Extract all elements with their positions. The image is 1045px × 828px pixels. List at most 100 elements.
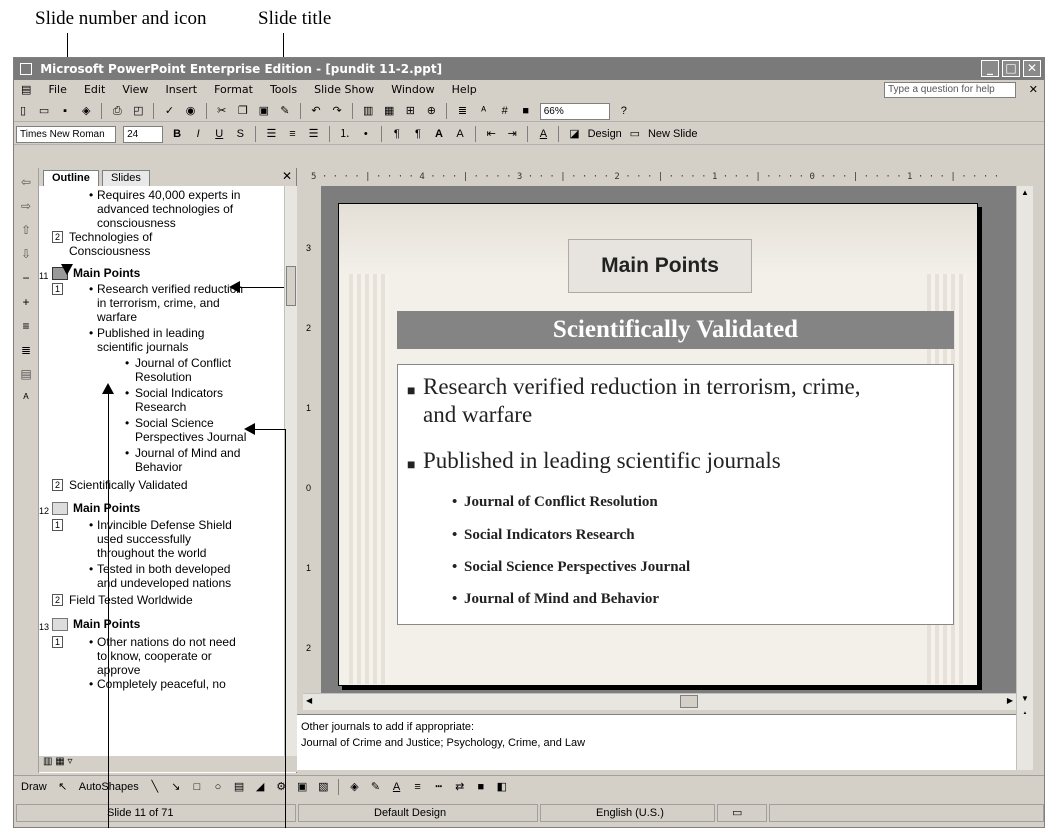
fill-color-icon[interactable]: ◈ [346, 779, 362, 796]
line-style-icon[interactable]: ≡ [410, 779, 426, 796]
diagram-icon[interactable]: ⚙ [273, 779, 289, 796]
tab-slides[interactable]: Slides [101, 170, 150, 186]
decrease-indent-icon[interactable]: ⇤ [483, 126, 499, 143]
menu-tools[interactable]: Tools [263, 80, 304, 99]
redo-icon[interactable]: ↷ [329, 103, 345, 120]
print-preview-icon[interactable]: ◰ [130, 103, 146, 120]
show-formatting-icon[interactable]: ᴬ [476, 103, 492, 120]
decrease-font-icon[interactable]: A [452, 126, 468, 143]
maximize-icon[interactable]: □ [1002, 60, 1020, 77]
oval-icon[interactable]: ○ [210, 779, 226, 796]
slide-hscroll-thumb[interactable] [680, 695, 698, 708]
insert-table-icon[interactable]: ▦ [381, 103, 397, 120]
expand-icon[interactable]: + [16, 292, 36, 312]
text-box-icon[interactable]: ▤ [231, 779, 247, 796]
notes-scrollbar[interactable] [1016, 714, 1033, 770]
clip-art-icon[interactable]: ▣ [294, 779, 310, 796]
pane-close-icon[interactable]: ✕ [282, 169, 292, 183]
outline-text[interactable]: Requires 40,000 experts in • advanced te… [39, 186, 284, 756]
research-icon[interactable]: ◉ [183, 103, 199, 120]
expand-all-icon[interactable]: ≣ [455, 103, 471, 120]
sorter-view-icon[interactable]: ▦ [55, 756, 64, 767]
cut-icon[interactable]: ✂ [214, 103, 230, 120]
picture-icon[interactable]: ▧ [315, 779, 331, 796]
help-search-input[interactable]: Type a question for help [884, 82, 1016, 98]
rectangle-icon[interactable]: □ [189, 779, 205, 796]
design-icon[interactable]: ◪ [567, 126, 583, 143]
scroll-right-icon[interactable]: ▶ [1007, 696, 1013, 705]
font-select[interactable]: Times New Roman [16, 125, 116, 143]
zoom-select[interactable]: 66% [539, 102, 610, 120]
align-left-icon[interactable]: ☰ [263, 126, 279, 143]
underline-button[interactable]: U [211, 126, 227, 143]
select-objects-icon[interactable]: ↖ [55, 779, 71, 796]
menu-format[interactable]: Format [207, 80, 260, 99]
draw-menu-button[interactable]: Draw [18, 779, 50, 796]
paste-icon[interactable]: ▣ [256, 103, 272, 120]
hyperlink-icon[interactable]: ⊕ [423, 103, 439, 120]
menu-edit[interactable]: Edit [77, 80, 112, 99]
menu-file[interactable]: File [41, 80, 73, 99]
bold-button[interactable]: B [169, 126, 185, 143]
slide-vertical-scrollbar[interactable]: ▲ ▼ ▲ ▼ [1016, 186, 1033, 747]
shadow-button[interactable]: S [232, 126, 248, 143]
copy-icon[interactable]: ❐ [235, 103, 251, 120]
tab-outline[interactable]: Outline [43, 170, 99, 186]
normal-view-icon[interactable]: ▥ [43, 756, 52, 767]
font-color-icon[interactable]: A [535, 126, 551, 143]
3d-style-icon[interactable]: ◧ [494, 779, 510, 796]
menu-doc-icon[interactable]: ▤ [14, 80, 38, 99]
outline-slide-title[interactable]: Main Points [73, 617, 140, 631]
new-icon[interactable]: ▯ [15, 103, 31, 120]
expand-all-icon[interactable]: ≣ [16, 340, 36, 360]
slide-icon[interactable] [52, 502, 68, 515]
collapse-all-icon[interactable]: ≡ [16, 316, 36, 336]
notes-pane[interactable]: Other journals to add if appropriate: Jo… [297, 714, 1016, 770]
menu-slide-show[interactable]: Slide Show [307, 80, 381, 99]
align-center-icon[interactable]: ≡ [285, 126, 301, 143]
demote-icon[interactable]: ⇨ [16, 196, 36, 216]
shadow-style-icon[interactable]: ■ [473, 779, 489, 796]
summary-slide-icon[interactable]: ▤ [16, 364, 36, 384]
slide-icon[interactable] [52, 618, 68, 631]
line-color-icon[interactable]: ✎ [367, 779, 383, 796]
slideshow-view-icon[interactable]: ▿ [67, 756, 72, 767]
dash-style-icon[interactable]: ┅ [431, 779, 447, 796]
insert-chart-icon[interactable]: ▥ [360, 103, 376, 120]
slide[interactable]: Main Points Scientifically Validated ■ R… [338, 203, 978, 686]
format-painter-icon[interactable]: ✎ [277, 103, 293, 120]
move-down-icon[interactable]: ⇩ [16, 244, 36, 264]
outline-slide-title[interactable]: Main Points [73, 266, 140, 280]
wordart-icon[interactable]: ◢ [252, 779, 268, 796]
arrow-style-icon[interactable]: ⇄ [452, 779, 468, 796]
bullets-icon[interactable]: • [358, 126, 374, 143]
slide-title[interactable]: Scientifically Validated [397, 311, 954, 349]
outline-slide-title[interactable]: Main Points [73, 501, 140, 515]
design-button[interactable]: Design [588, 126, 622, 143]
menu-view[interactable]: View [115, 80, 155, 99]
line-icon[interactable]: ╲ [147, 779, 163, 796]
permission-icon[interactable]: ◈ [78, 103, 94, 120]
spelling-icon[interactable]: ✓ [162, 103, 178, 120]
show-formatting-icon[interactable]: ᴬ [16, 388, 36, 408]
help-close-icon[interactable]: ✕ [1029, 83, 1038, 96]
menu-window[interactable]: Window [384, 80, 441, 99]
numbering-icon[interactable]: ⒈ [337, 126, 353, 143]
slide-horizontal-scrollbar[interactable]: ◀ ▶ [303, 693, 1016, 710]
menu-help[interactable]: Help [445, 80, 484, 99]
font-color-icon[interactable]: A [389, 779, 405, 796]
close-icon[interactable]: ✕ [1023, 60, 1041, 77]
promote-icon[interactable]: ⇦ [16, 172, 36, 192]
grid-icon[interactable]: # [497, 103, 513, 120]
font-size-select[interactable]: 24 [123, 125, 164, 143]
slide-heading[interactable]: Main Points [568, 239, 752, 293]
italic-button[interactable]: I [190, 126, 206, 143]
menu-insert[interactable]: Insert [159, 80, 205, 99]
minimize-icon[interactable]: _ [981, 60, 999, 77]
new-slide-icon[interactable]: ▭ [627, 126, 643, 143]
increase-font-icon[interactable]: A [431, 126, 447, 143]
print-icon[interactable]: ⎙ [109, 103, 125, 120]
new-slide-button[interactable]: New Slide [648, 126, 698, 143]
ltr-icon[interactable]: ¶ [389, 126, 405, 143]
tables-borders-icon[interactable]: ⊞ [402, 103, 418, 120]
